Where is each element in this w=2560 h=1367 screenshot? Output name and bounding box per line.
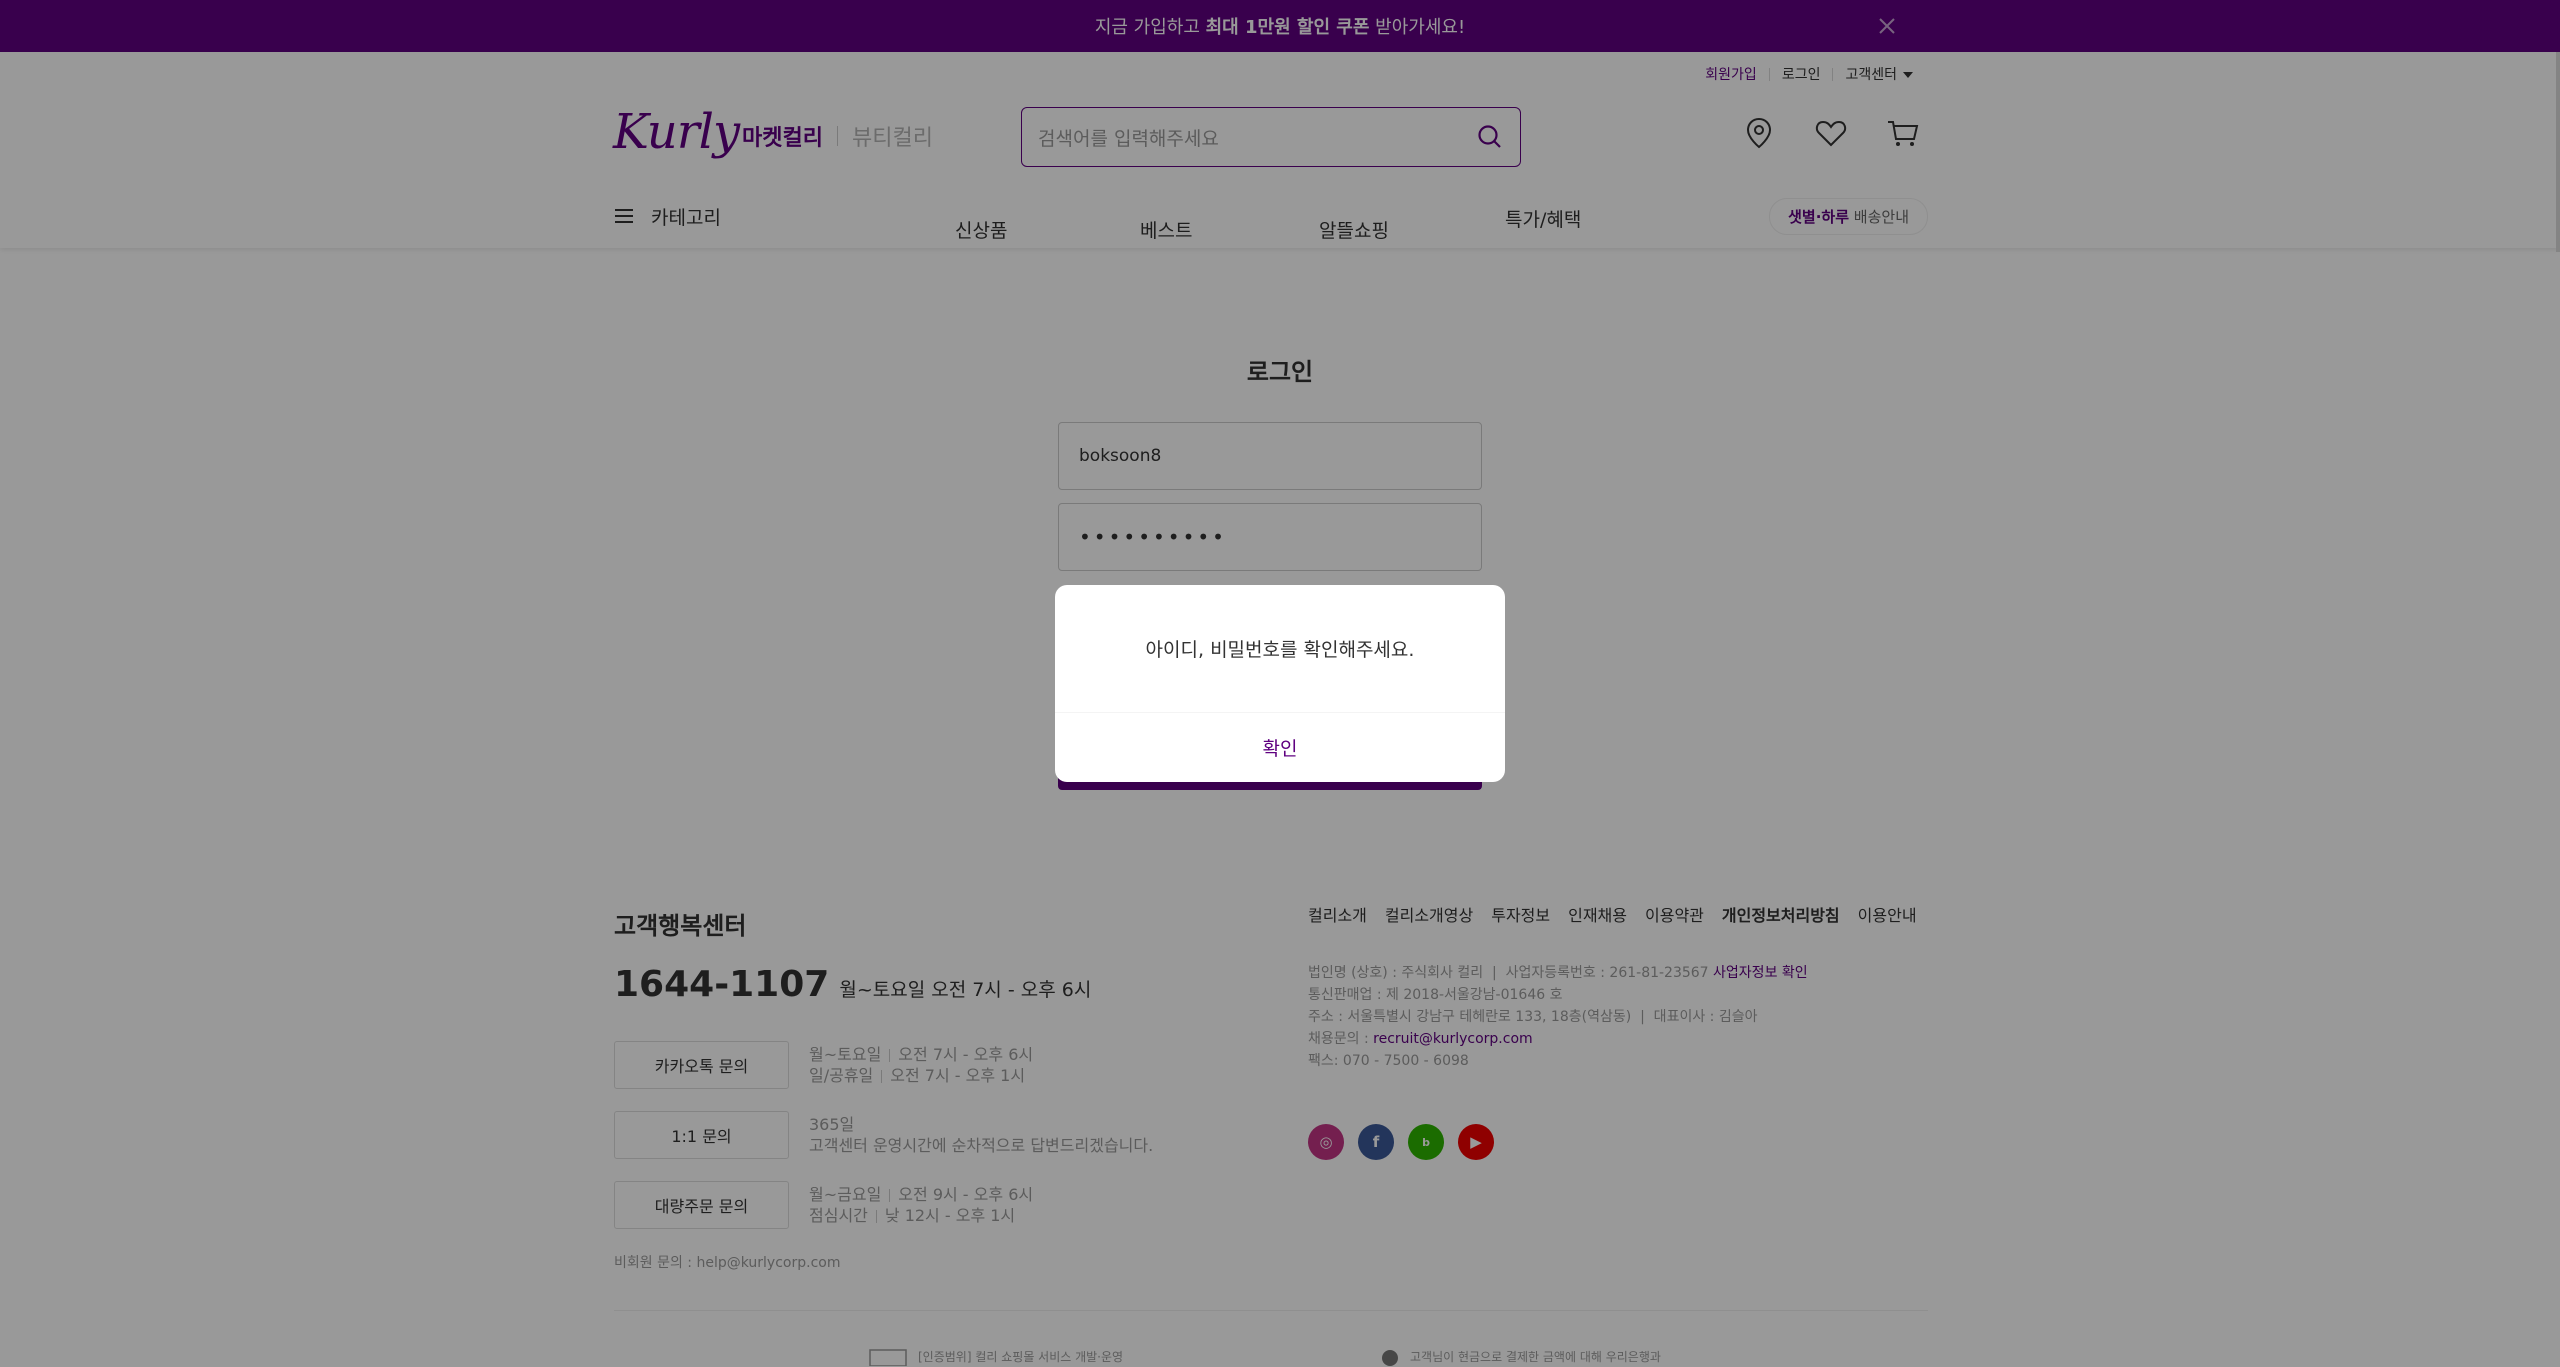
alert-dialog: 아이디, 비밀번호를 확인해주세요. 확인 (1055, 585, 1505, 782)
confirm-button[interactable]: 확인 (1055, 713, 1505, 782)
alert-message: 아이디, 비밀번호를 확인해주세요. (1145, 639, 1415, 661)
